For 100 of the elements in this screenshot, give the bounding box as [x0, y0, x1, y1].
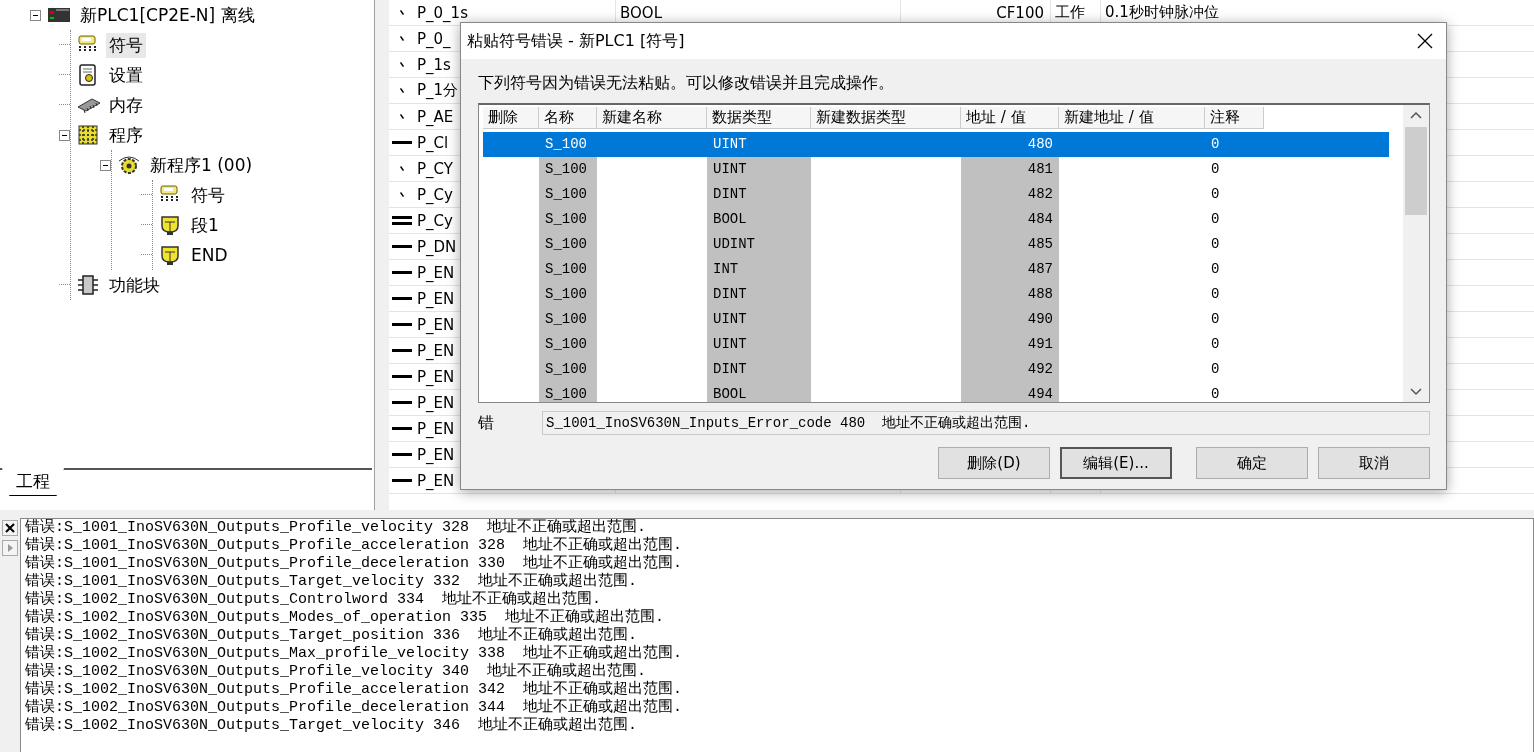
table-cell: BOOL — [707, 207, 811, 232]
table-cell-text: 0 — [1210, 135, 1221, 154]
table-cell: S_100 — [539, 257, 597, 282]
table-cell-text: P_0_1s — [416, 3, 468, 22]
column-header[interactable]: 注释 — [1205, 107, 1264, 129]
tick-icon — [400, 36, 404, 41]
table-cell: UINT — [707, 157, 811, 182]
table-row[interactable]: S_100 UINT 481 0 — [483, 157, 1389, 182]
table-cell-text: S_100 — [544, 135, 588, 154]
collapse-toggle-icon[interactable] — [30, 9, 41, 21]
tree-item[interactable]: 内存 — [106, 92, 146, 118]
tree-item[interactable]: 设置 — [106, 62, 146, 88]
tick-icon — [400, 10, 404, 15]
table-row[interactable]: S_100 DINT 488 0 — [483, 282, 1389, 307]
table-cell: BOOL — [620, 3, 662, 22]
table-cell: DINT — [707, 357, 811, 382]
table-cell: 484 — [961, 207, 1059, 232]
scrollbar-thumb[interactable] — [1405, 127, 1427, 215]
table-row[interactable]: S_100 BOOL 484 0 — [483, 207, 1389, 232]
tick-icon — [400, 62, 404, 67]
table-cell: 490 — [961, 307, 1059, 332]
table-cell: 0.1秒时钟脉冲位 — [1105, 3, 1219, 22]
table-cell-text: 480 — [1026, 135, 1054, 154]
log-line: 错误:S_1001_InoSV630N_Outputs_Profile_deceleration 330 地址不正确或超出范围. — [25, 555, 683, 572]
block-icon — [76, 274, 100, 296]
table-cell: UDINT — [707, 232, 811, 257]
column-header[interactable]: 新建地址 / 值 — [1059, 107, 1205, 129]
table-cell: 工作 — [1055, 3, 1085, 22]
table-cell-text: 0 — [1210, 310, 1221, 329]
dialog-button[interactable]: 删除(D) — [938, 447, 1050, 479]
table-cell-text: P_EN — [416, 445, 455, 464]
table-cell: DINT — [707, 282, 811, 307]
tick-icon — [400, 192, 404, 197]
tick-icon — [400, 114, 404, 119]
table-row[interactable]: S_100 UINT 480 0 — [483, 132, 1389, 157]
table-cell-text: 0 — [1210, 360, 1221, 379]
tree-item[interactable]: 新程序1 (00) — [147, 152, 256, 178]
log-line: 错误:S_1002_InoSV630N_Outputs_Target_position 336 地址不正确或超出范围. — [25, 627, 638, 644]
table-cell-text: P_EN — [416, 393, 455, 412]
tree-item[interactable]: END — [188, 244, 231, 266]
tree-item[interactable]: 符号 — [188, 182, 228, 208]
table-cell: 491 — [961, 332, 1059, 357]
table-row[interactable]: S_100 BOOL 494 0 — [483, 382, 1389, 402]
log-line: 错误:S_1002_InoSV630N_Outputs_Target_velocity 346 地址不正确或超出范围. — [25, 717, 638, 735]
dash-icon — [392, 479, 412, 482]
table-cell: S_100 — [539, 207, 597, 232]
table-cell-text: P_DN — [416, 237, 457, 256]
table-cell-text: P_EN — [416, 341, 455, 360]
table-cell: UINT — [707, 307, 811, 332]
table-cell-text: 0 — [1210, 210, 1221, 229]
column-header[interactable]: 地址 / 值 — [961, 107, 1059, 129]
log-line: 错误:S_1002_InoSV630N_Outputs_Modes_of_operation 335 地址不正确或超出范围. — [25, 609, 665, 626]
tree-item[interactable]: 段1 — [188, 212, 222, 238]
cup-icon — [158, 244, 182, 266]
table-row[interactable]: S_100 UINT 491 0 — [483, 332, 1389, 357]
table-row[interactable]: S_100 DINT 492 0 — [483, 357, 1389, 382]
table-cell-text: UINT — [712, 135, 748, 154]
table-cell-text: 0 — [1210, 385, 1221, 402]
column-header[interactable]: 删除 — [483, 107, 539, 129]
table-row[interactable]: S_100 DINT 482 0 — [483, 182, 1389, 207]
table-cell: 494 — [961, 382, 1059, 402]
collapse-toggle-icon[interactable] — [100, 159, 111, 171]
column-header[interactable]: 数据类型 — [707, 107, 811, 129]
dialog-button[interactable]: 取消 — [1318, 447, 1430, 479]
table-cell-text: P_EN — [416, 419, 455, 438]
dash-icon — [392, 453, 412, 456]
table-cell: S_100 — [539, 282, 597, 307]
table-cell-text: 0 — [1210, 185, 1221, 204]
table-cell: S_100 — [539, 232, 597, 257]
dialog-button[interactable]: 确定 — [1196, 447, 1308, 479]
table-row[interactable]: S_100 INT 487 0 — [483, 257, 1389, 282]
tree-item[interactable]: 功能块 — [106, 272, 163, 298]
table-row[interactable]: S_100 UDINT 485 0 — [483, 232, 1389, 257]
table-cell: 492 — [961, 357, 1059, 382]
dialog-button[interactable]: 编辑(E)... — [1060, 447, 1172, 479]
dialog-message: 下列符号因为错误无法粘贴。可以修改错误并且完成操作。 — [478, 73, 894, 92]
table-cell-text: P_0_ — [416, 29, 451, 48]
table-cell-text: P_EN — [416, 289, 455, 308]
dash-icon — [392, 141, 412, 144]
tree-item[interactable]: 符号 — [106, 32, 146, 58]
table-cell: UINT — [707, 332, 811, 357]
log-line: 错误:S_1002_InoSV630N_Outputs_Max_profile_velocity 338 地址不正确或超出范围. — [25, 645, 683, 662]
field-label: 错 — [478, 412, 495, 434]
column-header[interactable]: 名称 — [539, 107, 597, 129]
tree-item[interactable]: 程序 — [106, 122, 146, 148]
close-icon[interactable] — [1416, 32, 1434, 50]
dash-icon — [392, 349, 412, 352]
error-field[interactable]: S_1001_InoSV630N_Inputs_Error_code 480 地址不正确或超出范围. — [542, 411, 1430, 435]
log-line: 错误:S_1001_InoSV630N_Outputs_Profile_velocity 328 地址不正确或超出范围. — [25, 519, 647, 536]
table-row[interactable]: S_100 UINT 490 0 — [483, 307, 1389, 332]
table-cell-text: 0 — [1210, 235, 1221, 254]
table-cell: DINT — [707, 182, 811, 207]
column-header[interactable]: 新建名称 — [597, 107, 707, 129]
collapse-toggle-icon[interactable] — [59, 129, 70, 141]
table-cell: INT — [707, 257, 811, 282]
panel-tab[interactable]: 工程 — [2, 468, 64, 496]
column-header[interactable]: 新建数据类型 — [811, 107, 961, 129]
cup-icon — [158, 214, 182, 236]
tree-item[interactable]: 新PLC1[CP2E-N] 离线 — [77, 2, 258, 28]
close-icon[interactable] — [2, 520, 18, 536]
